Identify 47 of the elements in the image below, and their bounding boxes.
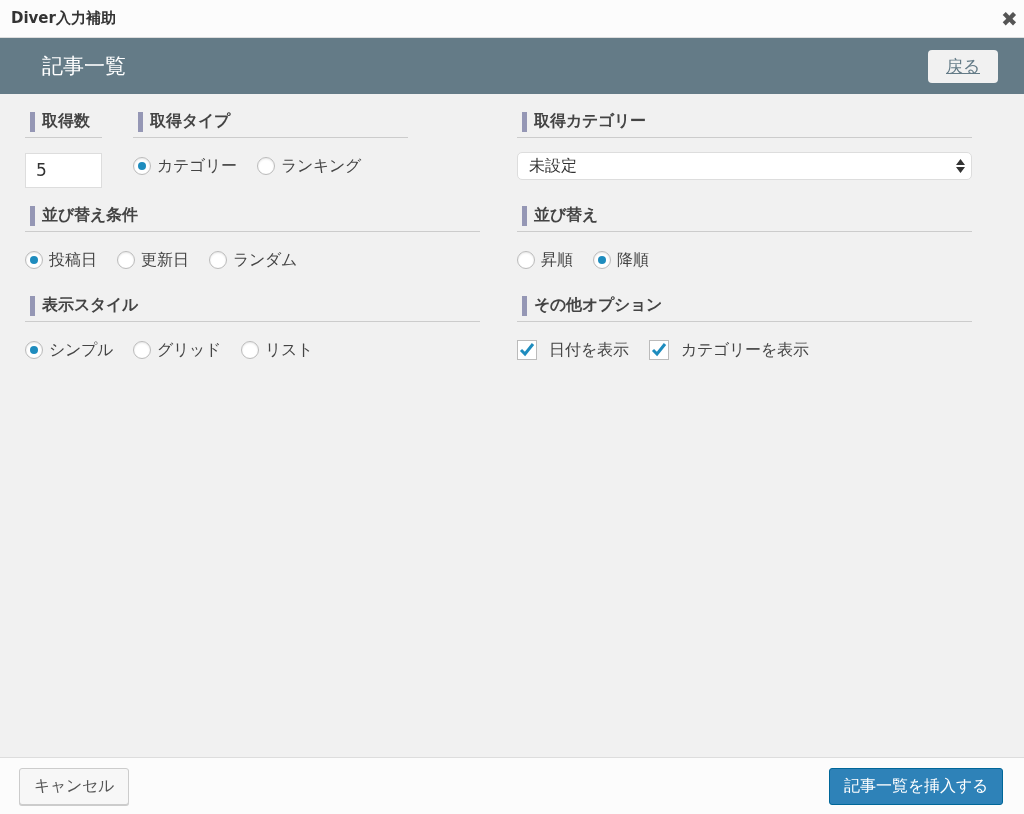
radio-button[interactable] <box>133 157 151 175</box>
section-heading: 表示スタイル <box>42 295 138 316</box>
radio-button[interactable] <box>257 157 275 175</box>
section-heading: 並び替え <box>534 205 598 226</box>
option-label[interactable]: 降順 <box>617 249 649 271</box>
option-label[interactable]: カテゴリー <box>157 155 237 177</box>
cancel-button[interactable]: キャンセル <box>19 767 129 805</box>
option-label[interactable]: ランダム <box>233 249 297 271</box>
checkbox[interactable] <box>517 340 537 360</box>
option-label[interactable]: リスト <box>265 339 313 361</box>
radio-button[interactable] <box>241 341 259 359</box>
option-label[interactable]: シンプル <box>49 339 113 361</box>
section-heading: 取得数 <box>42 111 90 132</box>
close-button[interactable]: ✖ <box>1001 8 1018 29</box>
section-heading: 並び替え条件 <box>42 205 138 226</box>
option-label[interactable]: 昇順 <box>541 249 573 271</box>
back-button[interactable]: 戻る <box>928 49 998 83</box>
heading-marker <box>30 205 35 226</box>
number-field[interactable]: 5 <box>25 152 102 188</box>
heading-marker <box>30 111 35 132</box>
option-label[interactable]: 更新日 <box>141 249 189 271</box>
insert-button[interactable]: 記事一覧を挿入する <box>829 767 1003 805</box>
radio-button[interactable] <box>25 251 43 269</box>
window-title: Diver入力補助 <box>11 9 116 28</box>
section-heading: 取得カテゴリー <box>534 111 646 132</box>
section-heading: 取得タイプ <box>150 111 230 132</box>
option-label[interactable]: 日付を表示 <box>549 339 629 361</box>
option-label[interactable]: グリッド <box>157 339 221 361</box>
checkbox[interactable] <box>649 340 669 360</box>
option-label[interactable]: 投稿日 <box>49 249 97 271</box>
radio-button[interactable] <box>117 251 135 269</box>
section-heading: その他オプション <box>534 295 662 316</box>
radio-button[interactable] <box>209 251 227 269</box>
heading-marker <box>138 111 143 132</box>
heading-marker <box>30 295 35 316</box>
category-select[interactable]: 未設定 <box>517 152 972 180</box>
option-label[interactable]: カテゴリーを表示 <box>681 339 809 361</box>
radio-button[interactable] <box>593 251 611 269</box>
radio-button[interactable] <box>517 251 535 269</box>
radio-button[interactable] <box>25 341 43 359</box>
heading-marker <box>522 295 527 316</box>
option-label[interactable]: ランキング <box>281 155 361 177</box>
updown-arrows-icon <box>956 159 965 173</box>
heading-marker <box>522 111 527 132</box>
radio-button[interactable] <box>133 341 151 359</box>
page-title: 記事一覧 <box>42 53 126 80</box>
heading-marker <box>522 205 527 226</box>
